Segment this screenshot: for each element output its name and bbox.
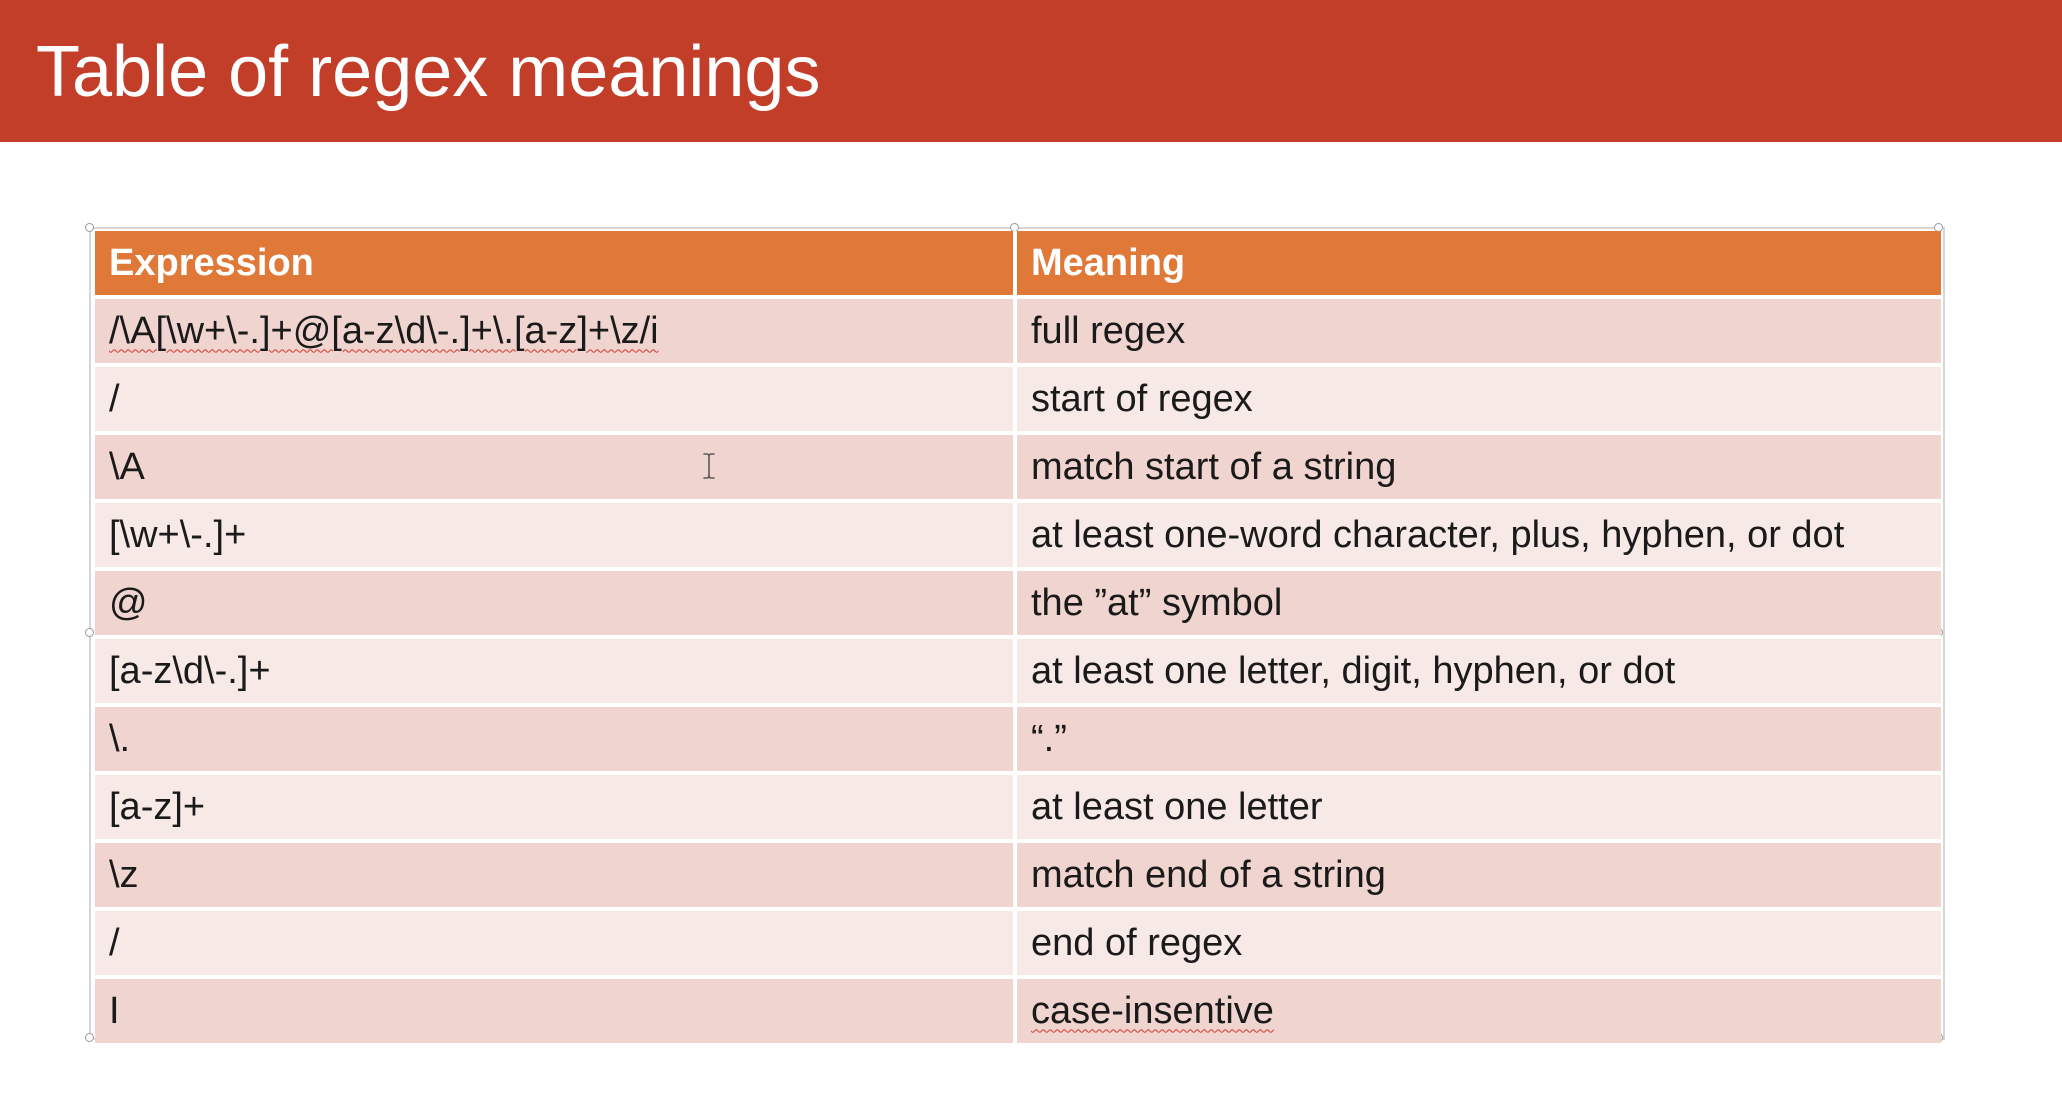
expression-cell[interactable]: \A (95, 435, 1017, 503)
meaning-cell[interactable]: at least one-word character, plus, hyphe… (1017, 503, 1941, 571)
resize-handle-bottom-left[interactable] (85, 1033, 94, 1042)
table-row: [\w+\-.]+ at least one-word character, p… (95, 503, 1941, 571)
table-row: I case-insentive (95, 979, 1941, 1047)
expression-cell[interactable]: [\w+\-.]+ (95, 503, 1017, 571)
header-meaning[interactable]: Meaning (1017, 231, 1941, 299)
table-row: / end of regex (95, 911, 1941, 979)
meaning-cell[interactable]: match end of a string (1017, 843, 1941, 911)
table-row: \A match start of a string (95, 435, 1941, 503)
resize-handle-top-left[interactable] (85, 223, 94, 232)
meaning-cell[interactable]: “.” (1017, 707, 1941, 775)
regex-meanings-table[interactable]: Expression Meaning /\A[\w+\-.]+@[a-z\d\-… (95, 231, 1941, 1047)
meaning-text: case-insentive (1031, 989, 1274, 1032)
expression-cell[interactable]: \z (95, 843, 1017, 911)
slide-title-bar: Table of regex meanings (0, 0, 2062, 142)
expression-cell[interactable]: / (95, 911, 1017, 979)
expression-cell[interactable]: \. (95, 707, 1017, 775)
table-row: [a-z\d\-.]+ at least one letter, digit, … (95, 639, 1941, 707)
meaning-cell[interactable]: at least one letter (1017, 775, 1941, 843)
expression-cell[interactable]: [a-z\d\-.]+ (95, 639, 1017, 707)
table-row: / start of regex (95, 367, 1941, 435)
meaning-cell[interactable]: start of regex (1017, 367, 1941, 435)
expression-cell[interactable]: / (95, 367, 1017, 435)
header-expression[interactable]: Expression (95, 231, 1017, 299)
slide-title: Table of regex meanings (36, 32, 821, 112)
meaning-cell[interactable]: case-insentive (1017, 979, 1941, 1047)
table-row: \z match end of a string (95, 843, 1941, 911)
expression-cell[interactable]: [a-z]+ (95, 775, 1017, 843)
expression-text: /\A[\w+\-.]+@[a-z\d\-.]+\.[a-z]+\z/i (109, 309, 659, 352)
table-row: @ the ”at” symbol (95, 571, 1941, 639)
meaning-cell[interactable]: match start of a string (1017, 435, 1941, 503)
meaning-cell[interactable]: end of regex (1017, 911, 1941, 979)
table-row: \. “.” (95, 707, 1941, 775)
table-row: /\A[\w+\-.]+@[a-z\d\-.]+\.[a-z]+\z/i ful… (95, 299, 1941, 367)
table-header-row: Expression Meaning (95, 231, 1941, 299)
expression-cell[interactable]: I (95, 979, 1017, 1047)
meaning-cell[interactable]: full regex (1017, 299, 1941, 367)
expression-cell[interactable]: /\A[\w+\-.]+@[a-z\d\-.]+\.[a-z]+\z/i (95, 299, 1017, 367)
table-row: [a-z]+ at least one letter (95, 775, 1941, 843)
meaning-cell[interactable]: at least one letter, digit, hyphen, or d… (1017, 639, 1941, 707)
i-beam-cursor-icon (703, 453, 715, 479)
meaning-cell[interactable]: the ”at” symbol (1017, 571, 1941, 639)
resize-handle-middle-left[interactable] (85, 628, 94, 637)
expression-cell[interactable]: @ (95, 571, 1017, 639)
